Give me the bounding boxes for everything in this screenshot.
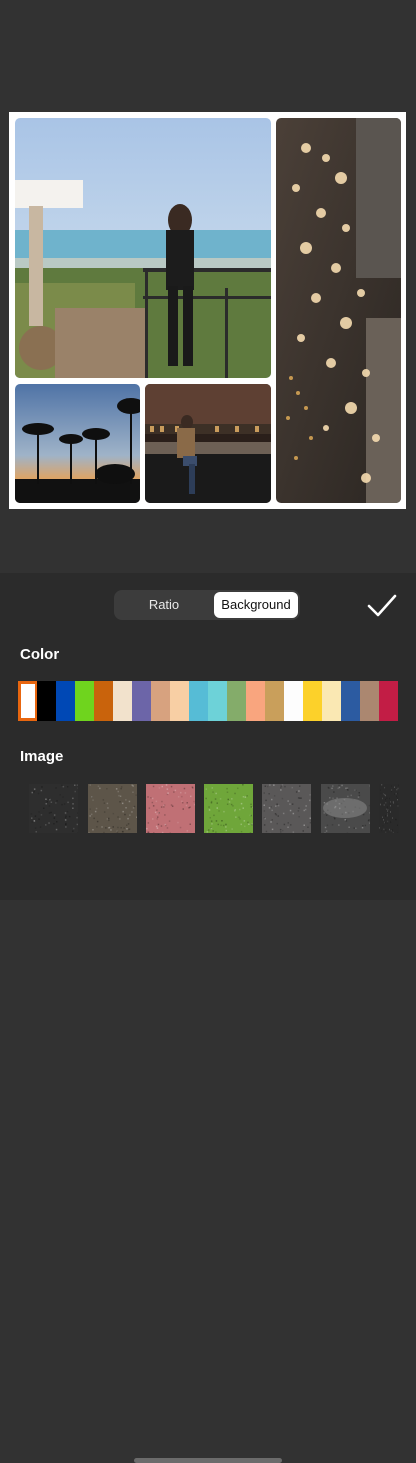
photo-palms-image [15, 384, 140, 503]
color-swatch[interactable] [227, 681, 246, 721]
collage-photo-balcony[interactable] [15, 118, 271, 378]
image-section-label: Image [20, 748, 63, 765]
mode-segmented-control: Ratio Background [114, 590, 300, 620]
texture-green-grass[interactable] [204, 784, 253, 833]
checkmark-icon[interactable] [366, 591, 398, 619]
color-swatch[interactable] [189, 681, 208, 721]
color-swatch[interactable] [284, 681, 303, 721]
color-section-label: Color [20, 646, 59, 663]
color-swatch[interactable] [322, 681, 341, 721]
color-swatch[interactable] [37, 681, 56, 721]
texture-brown-granite[interactable] [88, 784, 137, 833]
color-swatch[interactable] [341, 681, 360, 721]
collage-photo-bar[interactable] [145, 384, 271, 503]
texture-row [0, 784, 416, 834]
color-swatch[interactable] [360, 681, 379, 721]
photo-balcony-image [15, 118, 271, 378]
color-swatch[interactable] [132, 681, 151, 721]
color-swatch[interactable] [208, 681, 227, 721]
color-swatch[interactable] [113, 681, 132, 721]
color-swatch[interactable] [75, 681, 94, 721]
texture-black-mesh[interactable] [379, 784, 399, 833]
home-indicator[interactable] [134, 1458, 282, 1463]
texture-grey-stone[interactable] [262, 784, 311, 833]
color-swatch[interactable] [18, 681, 38, 721]
color-swatch[interactable] [303, 681, 322, 721]
color-swatch[interactable] [94, 681, 113, 721]
collage-photo-palms[interactable] [15, 384, 140, 503]
color-swatch[interactable] [151, 681, 170, 721]
color-swatch-row [18, 681, 398, 721]
color-swatch[interactable] [170, 681, 189, 721]
texture-dark-blur[interactable] [321, 784, 370, 833]
collage-canvas-area [0, 0, 416, 573]
texture-pink-speckle[interactable] [146, 784, 195, 833]
color-swatch[interactable] [56, 681, 75, 721]
photo-bar-image [145, 384, 271, 503]
texture-dark-charcoal[interactable] [29, 784, 78, 833]
tab-background[interactable]: Background [214, 592, 298, 618]
color-swatch[interactable] [379, 681, 398, 721]
color-swatch[interactable] [265, 681, 284, 721]
background-editor-panel: Ratio Background Color Image [0, 573, 416, 900]
tab-ratio[interactable]: Ratio [116, 592, 212, 618]
photo-bokeh-image [276, 118, 401, 503]
color-swatch[interactable] [246, 681, 265, 721]
collage-frame[interactable] [9, 112, 406, 509]
collage-photo-bokeh[interactable] [276, 118, 401, 503]
